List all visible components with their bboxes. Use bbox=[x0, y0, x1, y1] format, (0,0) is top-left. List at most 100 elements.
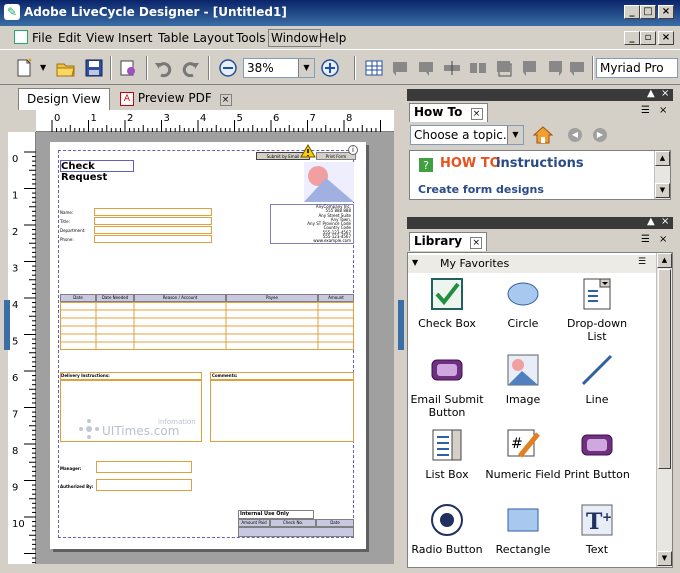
layer-front-icon[interactable] bbox=[546, 58, 566, 78]
group-menu-icon[interactable]: ☰ bbox=[638, 257, 646, 267]
zoom-out-icon[interactable] bbox=[218, 58, 238, 78]
library-scroll-thumb[interactable] bbox=[658, 269, 671, 469]
howto-topic-select[interactable]: Choose a topic... ▼ bbox=[410, 125, 524, 145]
internal-row[interactable] bbox=[238, 527, 354, 537]
howto-scroll-down-icon[interactable]: ▼ bbox=[655, 183, 670, 198]
open-folder-icon[interactable] bbox=[56, 58, 76, 78]
library-palette-close-icon[interactable]: × bbox=[661, 216, 669, 227]
tab-close-icon[interactable]: × bbox=[219, 94, 232, 106]
howto-tab-close-icon[interactable]: × bbox=[470, 108, 483, 120]
palette-menu-icon[interactable]: ▲ bbox=[647, 88, 655, 99]
group-collapse-icon[interactable]: ▼ bbox=[412, 258, 418, 267]
table-body[interactable] bbox=[60, 302, 354, 350]
watermark-text: UITimes.com bbox=[102, 424, 180, 438]
menu-insert[interactable]: Insert bbox=[118, 31, 152, 45]
library-item-label: Radio Button bbox=[411, 543, 483, 556]
library-tab[interactable]: Library × bbox=[409, 232, 488, 251]
library-item-drop-down-list[interactable]: Drop-down List bbox=[556, 277, 638, 343]
distribute-h-icon[interactable] bbox=[442, 58, 462, 78]
howto-close-icon[interactable]: × bbox=[659, 105, 667, 116]
maximize-button[interactable]: □ bbox=[640, 5, 656, 19]
title-field[interactable] bbox=[94, 217, 212, 225]
library-item-radio-button[interactable]: Radio Button bbox=[406, 503, 488, 556]
distribute-v-icon[interactable] bbox=[468, 58, 488, 78]
new-dropdown-icon[interactable]: ▼ bbox=[40, 63, 46, 72]
ungroup-icon[interactable] bbox=[520, 58, 540, 78]
library-item-print-button[interactable]: Print Button bbox=[556, 428, 638, 481]
doc-minimize-button[interactable]: _ bbox=[624, 31, 640, 45]
align-left-icon[interactable] bbox=[390, 58, 410, 78]
name-field[interactable] bbox=[94, 208, 212, 216]
palette-close-icon[interactable]: × bbox=[661, 88, 669, 99]
zoom-in-icon[interactable] bbox=[320, 58, 340, 78]
tab-design-view[interactable]: Design View bbox=[18, 88, 110, 110]
font-select[interactable]: Myriad Pro bbox=[596, 58, 678, 78]
library-item-line[interactable]: Line bbox=[556, 353, 638, 406]
library-item-circle[interactable]: Circle bbox=[482, 277, 564, 330]
internal-use-table: Amount Paid Check No. Date bbox=[238, 519, 354, 539]
library-scroll-down-icon[interactable]: ▼ bbox=[657, 551, 672, 566]
group-icon[interactable] bbox=[494, 58, 514, 78]
preview-icon[interactable] bbox=[118, 58, 138, 78]
howto-menu-icon[interactable]: ☰ bbox=[641, 105, 650, 116]
home-icon[interactable] bbox=[533, 126, 553, 144]
tab-preview-pdf[interactable]: A Preview PDF × bbox=[112, 88, 240, 110]
align-center-icon[interactable] bbox=[416, 58, 436, 78]
menu-help[interactable]: Help bbox=[319, 31, 346, 45]
menu-table[interactable]: Table bbox=[158, 31, 189, 45]
library-item-email-submit-button[interactable]: Email Submit Button bbox=[406, 353, 488, 419]
left-panel-grip[interactable] bbox=[4, 300, 10, 350]
right-panel-grip[interactable] bbox=[398, 300, 404, 350]
design-canvas[interactable]: Check Request Submit by Email Print Form… bbox=[36, 132, 394, 564]
authorized-field[interactable] bbox=[96, 479, 192, 491]
library-item-label: Drop-down List bbox=[566, 317, 628, 343]
library-menu-icon[interactable]: ☰ bbox=[641, 234, 650, 245]
howto-link[interactable]: Create form designs bbox=[418, 183, 544, 195]
new-document-icon[interactable] bbox=[14, 58, 34, 78]
redo-icon[interactable] bbox=[180, 58, 200, 78]
library-palette-menu-icon[interactable]: ▲ bbox=[647, 216, 655, 227]
undo-icon[interactable] bbox=[154, 58, 174, 78]
phone-field[interactable] bbox=[94, 235, 212, 243]
department-field[interactable] bbox=[94, 226, 212, 234]
table-icon[interactable] bbox=[364, 58, 384, 78]
menu-layout[interactable]: Layout bbox=[193, 31, 234, 45]
library-scroll-up-icon[interactable]: ▲ bbox=[657, 253, 672, 268]
library-group-header[interactable]: ▼ My Favorites ☰ bbox=[408, 255, 656, 273]
library-item-numeric-field[interactable]: # Numeric Field bbox=[482, 428, 564, 481]
menu-edit[interactable]: Edit bbox=[58, 31, 81, 45]
manager-field[interactable] bbox=[96, 461, 192, 473]
forward-icon[interactable]: ▶ bbox=[593, 128, 607, 142]
layer-back-icon[interactable] bbox=[568, 58, 588, 78]
doc-restore-button[interactable]: ▫ bbox=[640, 31, 656, 45]
minimize-button[interactable]: _ bbox=[624, 5, 640, 19]
menu-view[interactable]: View bbox=[86, 31, 114, 45]
howto-scrollbar[interactable]: ▲ ▼ bbox=[654, 151, 670, 199]
library-item-image[interactable]: Image bbox=[482, 353, 564, 406]
menu-tools[interactable]: Tools bbox=[236, 31, 266, 45]
menu-file[interactable]: File bbox=[32, 31, 52, 45]
back-icon[interactable]: ◀ bbox=[568, 128, 582, 142]
form-title[interactable]: Check Request bbox=[60, 160, 134, 183]
zoom-dropdown-icon[interactable]: ▼ bbox=[298, 59, 314, 77]
image-placeholder-icon[interactable] bbox=[304, 162, 354, 202]
library-group-name: My Favorites bbox=[440, 257, 510, 270]
howto-topic-dropdown-icon[interactable]: ▼ bbox=[507, 126, 523, 144]
howto-tab[interactable]: How To × bbox=[409, 103, 488, 122]
library-item-rectangle[interactable]: Rectangle bbox=[482, 503, 564, 556]
library-scrollbar[interactable]: ▲ ▼ bbox=[656, 253, 672, 567]
howto-scroll-up-icon[interactable]: ▲ bbox=[655, 151, 670, 166]
library-tab-close-icon[interactable]: × bbox=[470, 237, 483, 249]
doc-close-button[interactable]: × bbox=[658, 31, 674, 45]
menu-window[interactable]: Window bbox=[268, 29, 322, 47]
library-item-list-box[interactable]: List Box bbox=[406, 428, 488, 481]
form-page[interactable]: Check Request Submit by Email Print Form… bbox=[50, 142, 366, 549]
save-icon[interactable] bbox=[84, 58, 104, 78]
library-close-icon[interactable]: × bbox=[659, 234, 667, 245]
library-item-text[interactable]: T + Text bbox=[556, 503, 638, 556]
close-button[interactable]: × bbox=[658, 5, 674, 19]
comments-field[interactable] bbox=[210, 380, 354, 442]
window-title: Adobe LiveCycle Designer - [Untitled1] bbox=[24, 5, 287, 19]
zoom-select[interactable]: 38% ▼ bbox=[243, 58, 315, 78]
library-item-check-box[interactable]: Check Box bbox=[406, 277, 488, 330]
